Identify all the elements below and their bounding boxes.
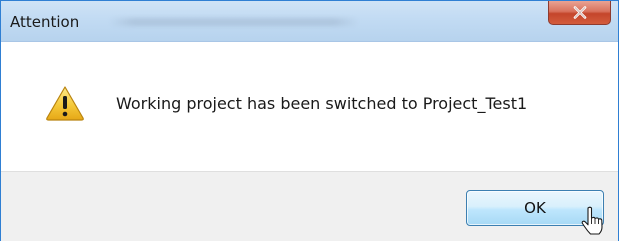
title-bar[interactable]: Attention xyxy=(1,1,618,42)
mouse-pointer-icon xyxy=(581,206,603,235)
warning-icon xyxy=(46,86,84,121)
dialog-title: Attention xyxy=(10,13,80,31)
close-icon xyxy=(573,6,587,19)
blurred-title-text xyxy=(109,18,359,26)
dialog-footer: OK xyxy=(1,171,618,241)
close-button[interactable] xyxy=(548,1,611,25)
dialog-window: Attention Working project has been switc… xyxy=(0,0,619,241)
dialog-content: Working project has been switched to Pro… xyxy=(1,42,618,171)
dialog-message: Working project has been switched to Pro… xyxy=(116,94,528,113)
